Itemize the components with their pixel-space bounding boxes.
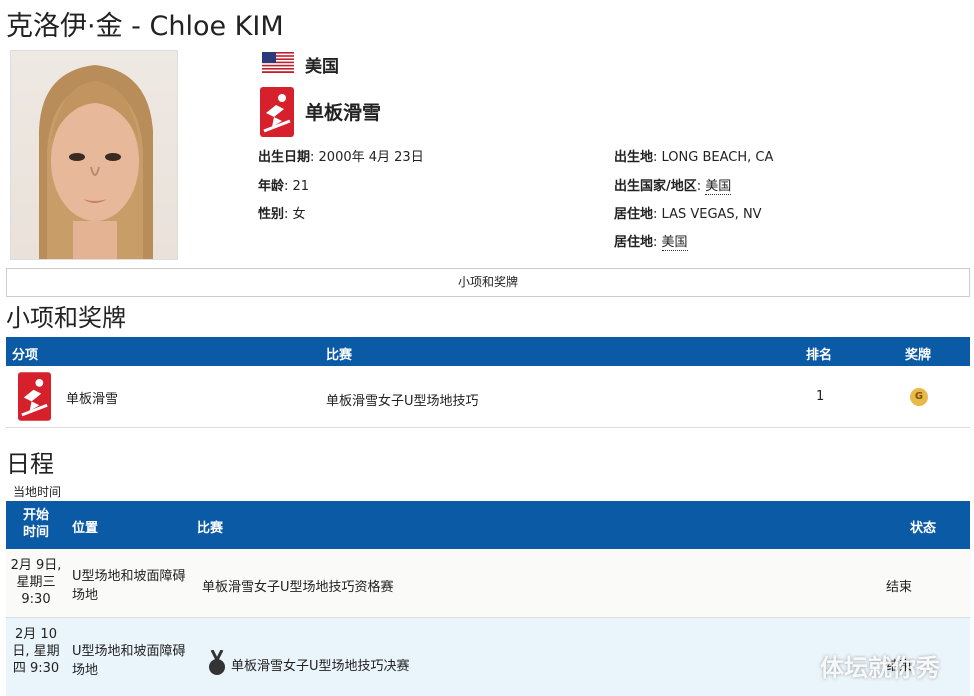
row-status: 结束	[886, 580, 913, 595]
row-discipline: 单板滑雪	[66, 392, 119, 407]
events-table-header: 分项 比赛 排名 奖牌	[6, 337, 970, 366]
info-value: 21	[292, 179, 310, 194]
timezone-note: 当地时间	[13, 485, 62, 499]
info-label: 出生地	[614, 150, 654, 165]
row-event[interactable]: 单板滑雪女子U型场地技巧决赛	[231, 655, 410, 674]
info-birthplace: 出生地: LONG BEACH, CA	[614, 150, 774, 165]
col-medal: 奖牌	[905, 348, 932, 363]
us-flag-icon	[262, 52, 294, 73]
medal-icon	[207, 649, 227, 676]
schedule-heading: 日程	[6, 450, 54, 478]
sport-name: 单板滑雪	[305, 102, 382, 124]
table-row[interactable]: 单板滑雪 单板滑雪女子U型场地技巧 1 G	[6, 366, 970, 428]
info-value: LAS VEGAS, NV	[661, 207, 762, 222]
info-gender: 性别: 女	[258, 207, 306, 222]
col-rank: 排名	[806, 348, 833, 363]
row-venue: U型场地和坡面障碍场地	[72, 644, 186, 678]
info-label: 出生国家/地区	[614, 179, 697, 194]
info-birth-country: 出生国家/地区: 美国	[614, 179, 732, 195]
tab-events-medals[interactable]: 小项和奖牌	[6, 268, 970, 297]
info-value: LONG BEACH, CA	[661, 150, 774, 165]
row-start-time: 2月 9日, 星期三 9:30	[10, 558, 62, 607]
table-row[interactable]: 2月 9日, 星期三 9:30 U型场地和坡面障碍场地 单板滑雪女子U型场地技巧…	[6, 549, 970, 618]
row-venue: U型场地和坡面障碍场地	[72, 569, 186, 603]
info-value: 女	[292, 207, 306, 222]
info-age: 年龄: 21	[258, 179, 310, 194]
row-event[interactable]: 单板滑雪女子U型场地技巧	[326, 390, 479, 409]
info-label: 居住地	[614, 207, 654, 222]
row-rank: 1	[816, 389, 825, 404]
info-label: 出生日期	[258, 150, 311, 165]
col-status: 状态	[910, 521, 937, 536]
info-label: 居住地	[614, 235, 654, 250]
info-value[interactable]: 美国	[661, 235, 688, 251]
gold-medal-icon: G	[910, 388, 928, 406]
events-heading: 小项和奖牌	[6, 304, 126, 332]
page-title: 克洛伊·金 - Chloe KIM	[6, 11, 284, 42]
snowboard-icon	[18, 372, 51, 421]
snowboard-icon	[260, 87, 294, 137]
info-value[interactable]: 美国	[705, 179, 732, 195]
col-venue: 位置	[72, 521, 99, 536]
info-residence-city: 居住地: LAS VEGAS, NV	[614, 207, 762, 222]
col-event: 比赛	[326, 348, 353, 363]
country-name: 美国	[305, 57, 339, 77]
col-discipline: 分项	[12, 348, 39, 363]
info-label: 性别	[258, 207, 285, 222]
athlete-photo	[10, 50, 178, 260]
col-event: 比赛	[197, 521, 224, 536]
watermark-text: 体坛就你秀	[820, 654, 940, 682]
row-event[interactable]: 单板滑雪女子U型场地技巧资格赛	[202, 576, 394, 595]
info-label: 年龄	[258, 179, 285, 194]
row-start-time: 2月 10日, 星期四 9:30	[12, 627, 60, 676]
schedule-table-header: 开始时间 位置 比赛 状态	[6, 501, 970, 549]
info-birthdate: 出生日期: 2000年 4月 23日	[258, 150, 424, 165]
info-value: 2000年 4月 23日	[318, 150, 424, 165]
info-residence-country: 居住地: 美国	[614, 235, 688, 251]
col-start-time: 开始时间	[22, 508, 49, 540]
